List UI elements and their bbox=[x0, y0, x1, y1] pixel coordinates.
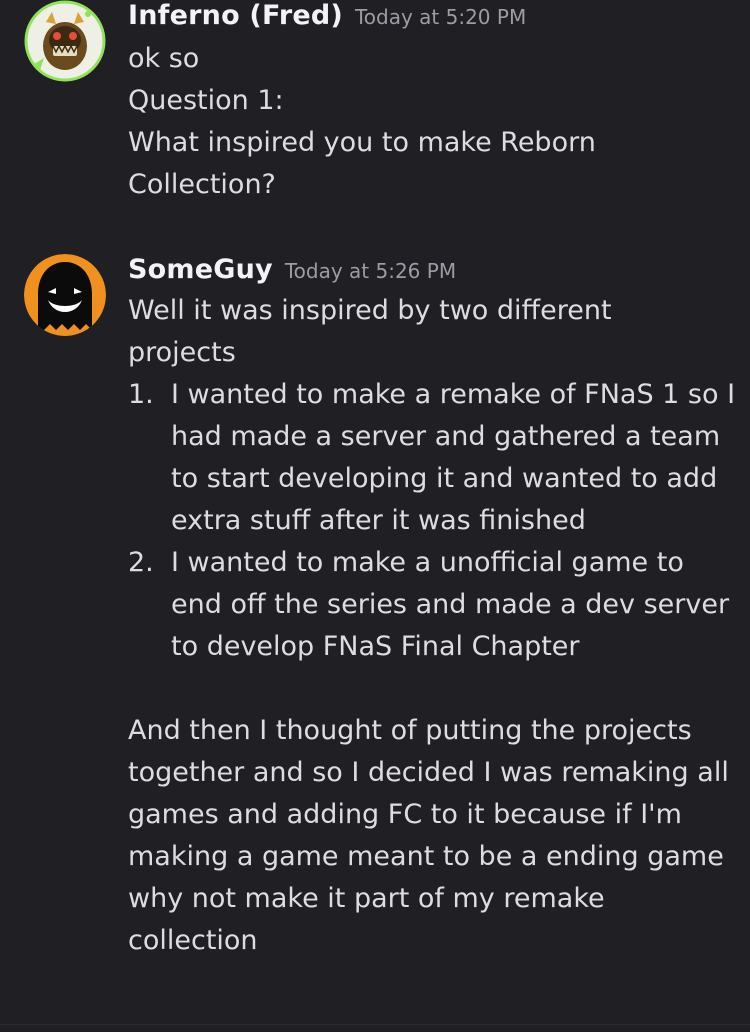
message-line: And then I thought of putting the projec… bbox=[128, 715, 692, 746]
message-line: together and so I decided I was remaking… bbox=[128, 757, 729, 788]
message-content: Well it was inspired by two different pr… bbox=[128, 290, 736, 962]
list-number: 1. bbox=[128, 379, 154, 410]
ordered-list: 1. I wanted to make a remake of FNaS 1 s… bbox=[128, 374, 736, 668]
list-item-line: end off the series and made a dev server bbox=[171, 589, 730, 620]
timestamp[interactable]: Today at 5:26 PM bbox=[285, 259, 456, 283]
divider bbox=[0, 1024, 750, 1025]
message-header: Inferno (Fred) Today at 5:20 PM bbox=[128, 0, 526, 31]
list-item: 2. I wanted to make a unofficial game to… bbox=[128, 542, 730, 668]
list-item-line: to start developing it and wanted to add bbox=[171, 463, 718, 494]
message-content: ok so Question 1: What inspired you to m… bbox=[128, 38, 728, 206]
message-line: games and adding FC to it because if I'm bbox=[128, 799, 682, 830]
message-line: Collection? bbox=[128, 169, 276, 200]
username[interactable]: SomeGuy bbox=[128, 254, 273, 285]
username[interactable]: Inferno (Fred) bbox=[128, 0, 343, 31]
list-item-line: extra stuff after it was finished bbox=[171, 505, 586, 536]
timestamp[interactable]: Today at 5:20 PM bbox=[355, 5, 526, 29]
message-line: collection bbox=[128, 925, 258, 956]
message-line: ok so bbox=[128, 43, 200, 74]
black-ghost-avatar-icon bbox=[24, 254, 106, 336]
message-line: Well it was inspired by two different bbox=[128, 295, 612, 326]
message-line: making a game meant to be a ending game bbox=[128, 841, 724, 872]
avatar[interactable] bbox=[24, 254, 106, 336]
list-item-line: I wanted to make a unofficial game to bbox=[171, 547, 684, 578]
avatar[interactable] bbox=[24, 0, 106, 82]
chat-view: Inferno (Fred) Today at 5:20 PM ok so Que… bbox=[0, 0, 750, 1032]
list-number: 2. bbox=[128, 547, 154, 578]
animatronic-avatar-icon bbox=[24, 0, 106, 82]
list-item-line: I wanted to make a remake of FNaS 1 so I bbox=[171, 379, 736, 410]
message-line: why not make it part of my remake bbox=[128, 883, 605, 914]
message-line: What inspired you to make Reborn bbox=[128, 127, 596, 158]
list-item-line: to develop FNaS Final Chapter bbox=[171, 631, 580, 662]
message-header: SomeGuy Today at 5:26 PM bbox=[128, 254, 456, 285]
message-line: projects bbox=[128, 337, 236, 368]
list-item-line: had made a server and gathered a team bbox=[171, 421, 721, 452]
message-line: Question 1: bbox=[128, 85, 284, 116]
list-item: 1. I wanted to make a remake of FNaS 1 s… bbox=[128, 374, 736, 542]
